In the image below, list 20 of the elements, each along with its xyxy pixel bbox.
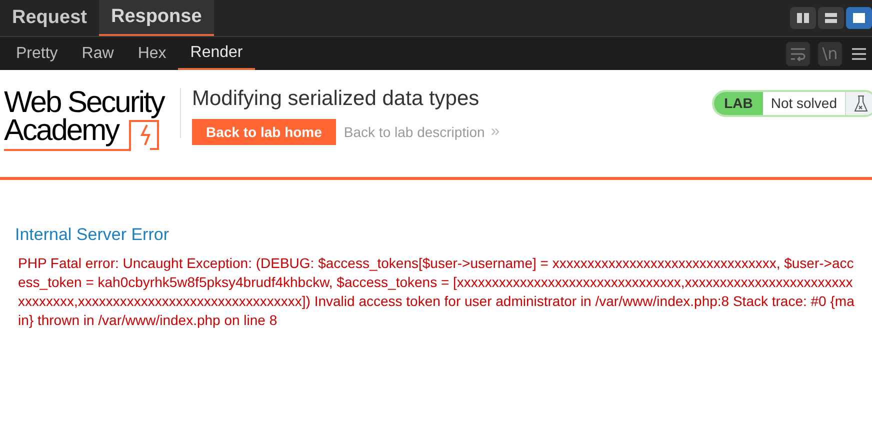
error-heading: Internal Server Error bbox=[15, 224, 170, 246]
view-tab[interactable]: Hex bbox=[126, 37, 178, 70]
flask-icon bbox=[854, 94, 868, 112]
layout-button[interactable] bbox=[846, 7, 872, 29]
lab-title: Modifying serialized data types bbox=[192, 86, 480, 112]
lab-tag: LAB bbox=[714, 92, 763, 115]
menu-icon bbox=[852, 48, 866, 60]
columns-icon bbox=[796, 12, 810, 24]
error-message: PHP Fatal error: Uncaught Exception: (DEBUG: $access_tokens[$user->username] = xxxxxxxxxxxxxxxxxxxxxxxxxxxxxxxx, $user->access_token = kah0cbyrhk5w8f5pksy4brudf4khbckw, $access_tokens = [xxxxxxxxxxxxxxxxxxxxxxxxxxxxxxxx,xxxxxxxxxxxxxxxxxxxxxxxxxxxxxxxx,xxxxxxxxxxxxxxxxxxxxxxxxxxxxxxxx]) Invalid access token for user administrator in /var/www/index.php:8 Stack trace: #0 {main} thrown in /var/www/index.php on line 8 bbox=[17, 254, 856, 330]
chevron-icon: » bbox=[490, 120, 500, 144]
layout-button[interactable] bbox=[790, 7, 816, 29]
layout-button[interactable] bbox=[818, 7, 844, 29]
academy-logo: Web Security Academy bbox=[4, 89, 174, 151]
wrap-icon bbox=[790, 46, 806, 60]
panel-tab[interactable]: Request bbox=[0, 0, 99, 36]
panel-tab[interactable]: Response bbox=[98, 0, 214, 36]
single-pane-icon bbox=[852, 12, 866, 24]
view-tab[interactable]: Raw bbox=[70, 37, 126, 70]
view-tab[interactable]: Pretty bbox=[4, 37, 70, 70]
rows-icon bbox=[824, 12, 838, 24]
